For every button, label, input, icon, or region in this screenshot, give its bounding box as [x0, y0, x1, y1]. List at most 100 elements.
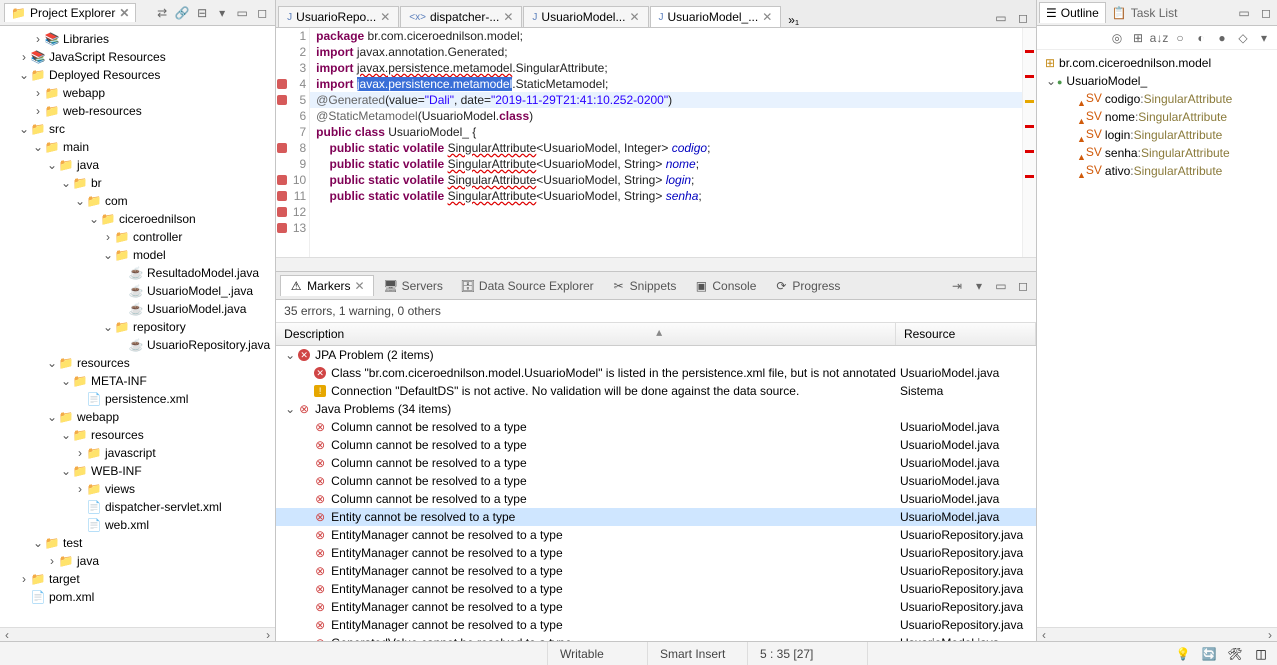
gutter-marker[interactable] [276, 60, 290, 76]
marker-group[interactable]: ⌄⊗Java Problems (34 items) [276, 400, 1036, 418]
minimize-icon[interactable]: ▭ [233, 4, 251, 22]
overview-ruler[interactable] [1022, 28, 1036, 257]
line-number[interactable]: 1 [290, 28, 306, 44]
line-number[interactable]: 13 [290, 220, 306, 236]
minimize-icon[interactable]: ▭ [1235, 4, 1253, 22]
gutter-marker[interactable] [276, 108, 290, 124]
tree-item[interactable]: ⌄📁resources [4, 426, 275, 444]
view-menu-icon[interactable]: ▾ [1255, 29, 1273, 47]
line-number[interactable]: 6 [290, 108, 306, 124]
outline-field[interactable]: ▲SVcodigo : SingularAttribute [1041, 90, 1273, 108]
tab-console[interactable]: ▣Console [686, 276, 764, 296]
code-line[interactable]: public class UsuarioModel_ { [316, 124, 1022, 140]
tasklist-tab[interactable]: 📋 Task List [1106, 3, 1184, 23]
tree-item[interactable]: ⌄📁resources [4, 354, 275, 372]
tree-item[interactable]: ⌄📁ciceroednilson [4, 210, 275, 228]
gutter-marker[interactable] [276, 76, 290, 92]
markers-body[interactable]: ⌄✕JPA Problem (2 items)✕Class "br.com.ci… [276, 346, 1036, 641]
gutter-marker[interactable] [276, 172, 290, 188]
tree-item[interactable]: 📄web.xml [4, 516, 275, 534]
markers-col-description[interactable]: Description [276, 323, 896, 345]
overview-error-marker[interactable] [1025, 150, 1034, 153]
code-area[interactable]: package br.com.ciceroednilson.model;impo… [310, 28, 1022, 257]
tree-item[interactable]: ⌄📁main [4, 138, 275, 156]
chevron-down-icon[interactable]: ⌄ [60, 176, 72, 190]
line-number[interactable]: 10 [290, 172, 306, 188]
tree-item[interactable]: ⌄📁webapp [4, 408, 275, 426]
hide-fields-icon[interactable]: ○ [1171, 29, 1189, 47]
outline-field[interactable]: ▲SVsenha : SingularAttribute [1041, 144, 1273, 162]
project-explorer-tab[interactable]: 📁 Project Explorer ✕ [4, 3, 136, 22]
tree-item[interactable]: 📄persistence.xml [4, 390, 275, 408]
overview-error-marker[interactable] [1025, 125, 1034, 128]
tree-item[interactable]: ›📁views [4, 480, 275, 498]
hide-nonpublic-icon[interactable]: ● [1213, 29, 1231, 47]
gutter-marker[interactable] [276, 188, 290, 204]
tree-item[interactable]: ⌄📁META-INF [4, 372, 275, 390]
code-line[interactable]: import javax.annotation.Generated; [316, 44, 1022, 60]
close-icon[interactable]: ✕ [119, 6, 129, 20]
tree-item[interactable]: ⌄📁model [4, 246, 275, 264]
code-line[interactable]: public static volatile SingularAttribute… [316, 140, 1022, 156]
close-icon[interactable]: ✕ [503, 10, 513, 24]
tab-progress[interactable]: ⟳Progress [766, 276, 848, 296]
chevron-down-icon[interactable]: ⌄ [102, 248, 114, 262]
marker-item[interactable]: ⊗Column cannot be resolved to a typeUsua… [276, 490, 1036, 508]
overview-error-marker[interactable] [1025, 75, 1034, 78]
hide-local-icon[interactable]: ◇ [1234, 29, 1252, 47]
editor-tab[interactable]: JUsuarioModel...✕ [523, 6, 648, 27]
marker-item[interactable]: ⊗EntityManager cannot be resolved to a t… [276, 598, 1036, 616]
tree-item[interactable]: ⌄📁repository [4, 318, 275, 336]
tree-item[interactable]: 📄pom.xml [4, 588, 275, 606]
tab-data-source-explorer[interactable]: 🗄Data Source Explorer [453, 276, 602, 296]
close-icon[interactable]: ✕ [355, 279, 365, 293]
status-writable[interactable]: Writable [548, 642, 648, 665]
tree-item[interactable]: ⌄📁src [4, 120, 275, 138]
chevron-down-icon[interactable]: ⌄ [102, 320, 114, 334]
editor-tab[interactable]: JUsuarioModel_...✕ [650, 6, 782, 27]
chevron-down-icon[interactable]: ⌄ [284, 402, 296, 416]
tree-item[interactable]: ›📁target [4, 570, 275, 588]
chevron-down-icon[interactable]: ⌄ [32, 536, 44, 550]
horizontal-scrollbar[interactable]: ‹› [1037, 627, 1277, 641]
tree-item[interactable]: ☕UsuarioModel.java [4, 300, 275, 318]
status-insert-mode[interactable]: Smart Insert [648, 642, 748, 665]
gutter-marker[interactable] [276, 28, 290, 44]
line-number[interactable]: 7 [290, 124, 306, 140]
gutter-marker[interactable] [276, 124, 290, 140]
line-number[interactable]: 3 [290, 60, 306, 76]
line-number[interactable]: 9 [290, 156, 306, 172]
marker-item[interactable]: ⊗EntityManager cannot be resolved to a t… [276, 562, 1036, 580]
overflow-tabs-icon[interactable]: »₁ [788, 13, 799, 27]
chevron-down-icon[interactable]: ⌄ [74, 194, 86, 208]
outline-tab[interactable]: ☰ Outline [1039, 2, 1106, 23]
tree-item[interactable]: ☕ResultadoModel.java [4, 264, 275, 282]
marker-group[interactable]: ⌄✕JPA Problem (2 items) [276, 346, 1036, 364]
minimize-icon[interactable]: ▭ [992, 277, 1010, 295]
marker-item[interactable]: ⊗EntityManager cannot be resolved to a t… [276, 580, 1036, 598]
filter-icon[interactable]: ⇥ [948, 277, 966, 295]
line-number[interactable]: 8 [290, 140, 306, 156]
chevron-down-icon[interactable]: ⌄ [284, 348, 296, 362]
tree-item[interactable]: ⌄📁Deployed Resources [4, 66, 275, 84]
line-number[interactable]: 2 [290, 44, 306, 60]
chevron-down-icon[interactable]: ⌄ [18, 122, 30, 136]
gutter-marker[interactable] [276, 156, 290, 172]
minimize-icon[interactable]: ▭ [992, 9, 1010, 27]
marker-item[interactable]: ⊗Column cannot be resolved to a typeUsua… [276, 418, 1036, 436]
gutter-marker[interactable] [276, 140, 290, 156]
chevron-down-icon[interactable]: ⌄ [46, 158, 58, 172]
marker-item[interactable]: ⊗EntityManager cannot be resolved to a t… [276, 544, 1036, 562]
line-number[interactable]: 5 [290, 92, 306, 108]
editor-tab[interactable]: <x>dispatcher-...✕ [400, 6, 522, 27]
chevron-down-icon[interactable]: ⌄ [60, 374, 72, 388]
tree-item[interactable]: ›📚Libraries [4, 30, 275, 48]
code-line[interactable]: @Generated(value="Dali", date="2019-11-2… [316, 92, 1022, 108]
updates-icon[interactable]: 🔄 [1199, 644, 1219, 664]
chevron-down-icon[interactable]: ⌄ [32, 140, 44, 154]
maximize-icon[interactable]: ◻ [1014, 9, 1032, 27]
tree-item[interactable]: ›📚JavaScript Resources [4, 48, 275, 66]
tab-servers[interactable]: 🖥Servers [376, 276, 451, 296]
marker-item[interactable]: ⊗GeneratedValue cannot be resolved to a … [276, 634, 1036, 641]
markers-col-resource[interactable]: Resource [896, 323, 1036, 345]
